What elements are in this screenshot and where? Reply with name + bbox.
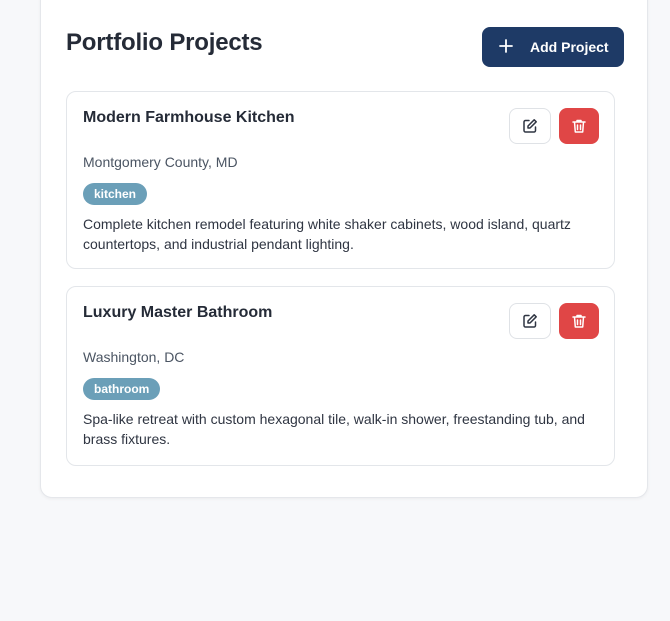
delete-project-button[interactable] — [559, 108, 599, 144]
page-title: Portfolio Projects — [66, 29, 263, 56]
edit-icon — [522, 118, 538, 134]
add-project-button[interactable]: Add Project — [482, 27, 624, 67]
project-title: Modern Farmhouse Kitchen — [83, 109, 295, 126]
trash-icon — [571, 313, 587, 329]
edit-project-button[interactable] — [509, 303, 551, 339]
trash-icon — [571, 118, 587, 134]
project-description: Complete kitchen remodel featuring white… — [83, 216, 571, 252]
project-description: Spa-like retreat with custom hexagonal t… — [83, 411, 585, 447]
add-project-label: Add Project — [530, 39, 609, 55]
project-card: Modern Farmhouse Kitchen Montgomery Coun… — [66, 91, 615, 269]
project-tag: kitchen — [83, 183, 148, 205]
portfolio-panel: Portfolio Projects Add Project Modern Fa… — [40, 0, 648, 498]
project-card: Luxury Master Bathroom Washington, DC ba… — [66, 286, 615, 466]
edit-icon — [522, 313, 538, 329]
project-title: Luxury Master Bathroom — [83, 304, 273, 321]
plus-icon — [499, 39, 513, 53]
project-tag: bathroom — [83, 378, 161, 400]
project-location: Montgomery County, MD — [83, 154, 238, 170]
delete-project-button[interactable] — [559, 303, 599, 339]
project-location: Washington, DC — [83, 349, 185, 365]
edit-project-button[interactable] — [509, 108, 551, 144]
